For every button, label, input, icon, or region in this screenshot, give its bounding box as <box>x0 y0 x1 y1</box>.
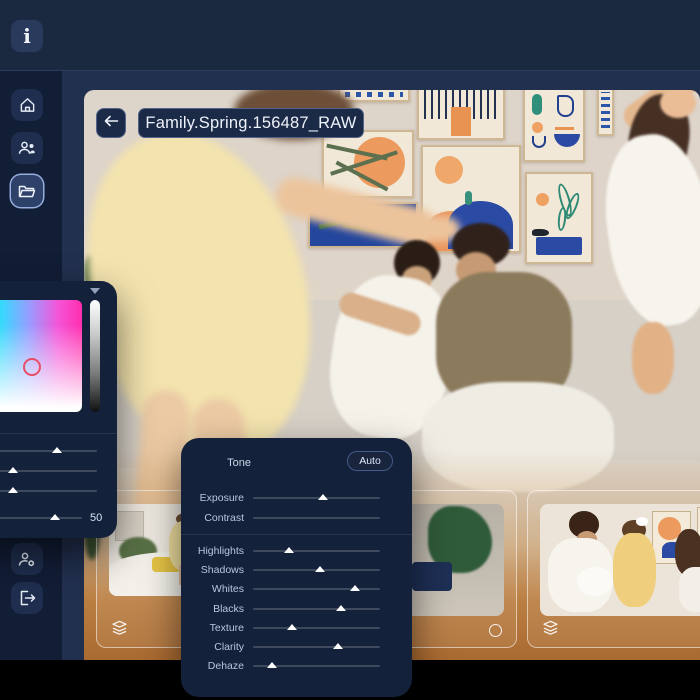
logout-icon <box>19 590 36 606</box>
color-slider-row[interactable]: 50 <box>0 512 102 524</box>
top-bar <box>0 0 700 70</box>
filename-pill[interactable]: Family.Spring.156487_RAW <box>138 108 364 138</box>
user-gear-icon <box>18 551 36 568</box>
color-picker-handle[interactable] <box>23 358 41 376</box>
tone-slider-texture[interactable]: Texture <box>181 618 412 637</box>
sidebar-item-people[interactable] <box>11 132 43 164</box>
color-slider-row[interactable] <box>0 450 97 452</box>
sidebar-item-logout[interactable] <box>11 582 43 614</box>
app-logo[interactable]: i <box>11 20 43 52</box>
slider-value: 50 <box>90 512 102 524</box>
filmstrip-card-3[interactable] <box>527 490 700 648</box>
tone-slider-whites[interactable]: Whites <box>181 580 412 599</box>
tone-slider-shadows[interactable]: Shadows <box>181 560 412 579</box>
home-icon <box>19 97 36 113</box>
color-picker-area[interactable] <box>0 300 82 412</box>
tone-slider-contrast[interactable]: Contrast <box>181 508 412 528</box>
tone-slider-highlights[interactable]: Highlights <box>181 541 412 560</box>
auto-button[interactable]: Auto <box>347 451 393 471</box>
back-arrow-icon <box>104 114 119 132</box>
tone-slider-dehaze[interactable]: Dehaze <box>181 657 412 676</box>
people-icon <box>18 140 36 156</box>
tone-slider-clarity[interactable]: Clarity <box>181 637 412 656</box>
thumbnail-image[interactable] <box>540 504 700 616</box>
circle-icon[interactable] <box>489 624 502 637</box>
panel-divider <box>181 534 412 535</box>
panel-divider <box>0 433 117 434</box>
tone-slider-blacks[interactable]: Blacks <box>181 599 412 618</box>
color-slider-row[interactable] <box>0 470 97 472</box>
luminance-slider[interactable] <box>90 300 100 412</box>
color-slider-row[interactable] <box>0 490 97 492</box>
app-window: i <box>0 0 700 700</box>
layers-icon[interactable] <box>111 620 128 640</box>
back-button[interactable] <box>96 108 126 138</box>
tone-slider-exposure[interactable]: Exposure <box>181 488 412 508</box>
luminance-marker-icon <box>90 288 100 294</box>
filename-label: Family.Spring.156487_RAW <box>145 114 356 133</box>
folder-icon <box>18 184 36 199</box>
sidebar-item-home[interactable] <box>11 89 43 121</box>
tone-panel: Tone Auto Exposure Contrast Highlights S… <box>181 438 412 697</box>
color-panel: 50 <box>0 281 117 538</box>
tone-panel-title: Tone <box>181 457 251 469</box>
layers-icon[interactable] <box>542 620 559 640</box>
sidebar-item-user-settings[interactable] <box>11 543 43 575</box>
sidebar-item-folders[interactable] <box>11 175 43 207</box>
